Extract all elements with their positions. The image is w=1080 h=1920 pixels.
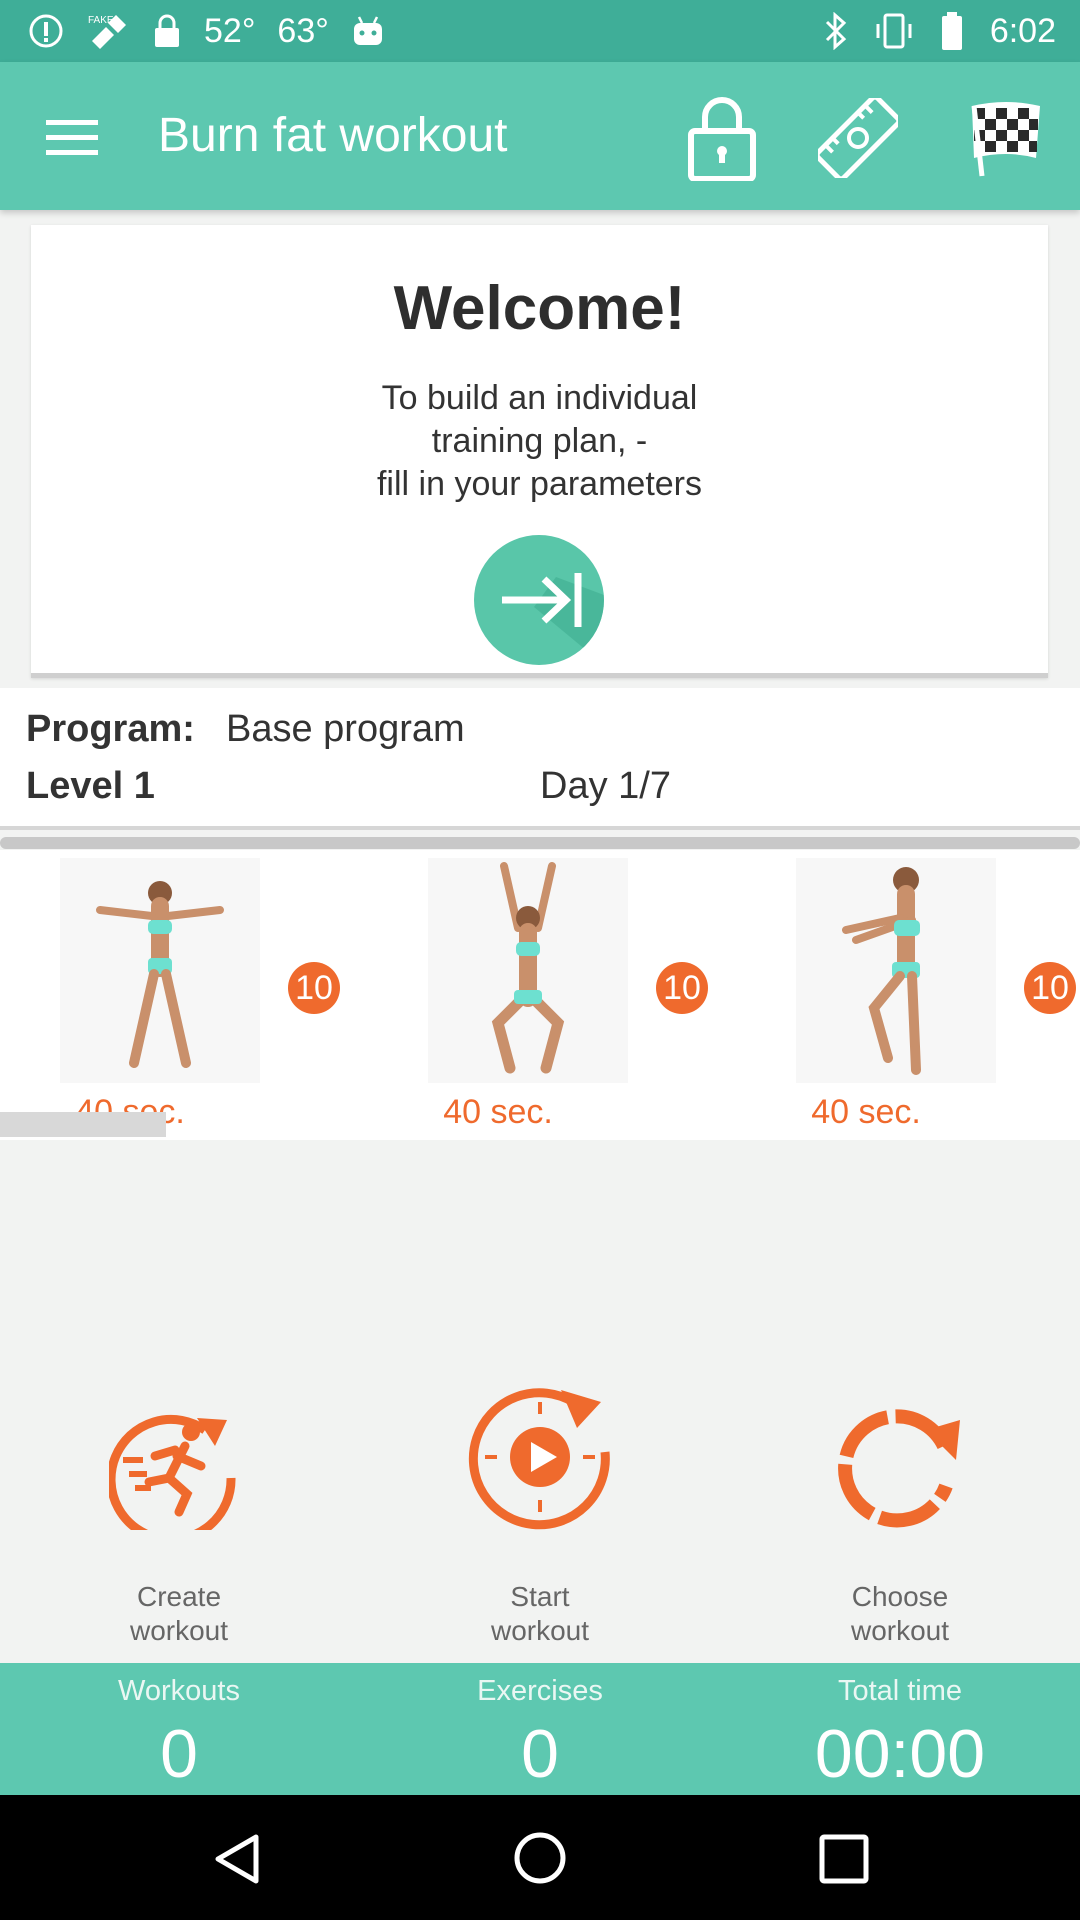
reps-badge: 10 (288, 962, 340, 1014)
exercise-item[interactable]: 10 40 sec. (736, 850, 1080, 1140)
bluetooth-icon (825, 12, 846, 50)
exercise-duration: 40 sec. (811, 1093, 921, 1131)
fake-label: FAKE (88, 15, 114, 26)
menu-button[interactable] (24, 90, 120, 186)
welcome-title: Welcome! (393, 274, 686, 343)
program-card[interactable]: Program: Base program Level 1 Day 1/7 (0, 688, 1080, 830)
goals-button[interactable] (958, 90, 1054, 186)
lock-status-icon (155, 14, 179, 47)
fill-parameters-button[interactable] (474, 535, 604, 665)
program-value: Base program (226, 708, 465, 750)
stat-workouts: Workouts 0 (29, 1663, 329, 1795)
choose-workout-label: Choose workout (850, 1581, 950, 1646)
fake-gps-icon: FAKE (88, 15, 126, 49)
stat-label: Workouts (118, 1675, 240, 1707)
status-time: 6:02 (989, 11, 1056, 50)
stats-bar: Workouts 0 Exercises 0 Total time 00:00 (0, 1663, 1080, 1795)
navigation-bar (0, 1795, 1080, 1920)
status-right: 6:02 (824, 10, 1056, 52)
exercise-scroll-indicator (0, 1112, 166, 1137)
day-label: Day 1/7 (540, 765, 671, 807)
divider (0, 837, 1080, 849)
refresh-icon (838, 1409, 960, 1528)
checkered-flag-icon (971, 102, 1040, 177)
exercise-figure-squat (428, 858, 628, 1083)
lock-button[interactable] (674, 90, 770, 186)
app-title: Burn fat workout (158, 109, 508, 162)
status-bar: FAKE 52° 63° 6:02 (0, 0, 1080, 62)
android-icon (353, 16, 382, 45)
exercise-figure-knee-raise (796, 858, 996, 1083)
info-icon (29, 14, 63, 48)
reps-badge: 10 (656, 962, 708, 1014)
play-refresh-icon (468, 1388, 610, 1530)
vibrate-icon (876, 13, 912, 49)
stat-value: 0 (521, 1716, 559, 1792)
stat-value: 0 (160, 1716, 198, 1792)
recents-icon[interactable] (818, 1833, 870, 1885)
measuring-tape-icon (818, 98, 898, 178)
exercise-item[interactable]: 10 40 sec. (368, 850, 736, 1140)
reps-badge: 10 (1024, 962, 1076, 1014)
welcome-card: Welcome! To build an individual training… (31, 225, 1048, 678)
back-icon[interactable] (210, 1831, 266, 1887)
battery-icon (941, 12, 962, 50)
level-label: Level 1 (26, 765, 155, 807)
start-workout-label: Start workout (490, 1581, 590, 1646)
choose-workout-button[interactable]: Choose workout (770, 1390, 1030, 1650)
status-left: FAKE 52° 63° (28, 10, 385, 52)
lock-icon (688, 97, 756, 181)
arrow-to-end-icon (502, 573, 604, 665)
start-workout-button[interactable]: Start workout (410, 1388, 670, 1650)
measurements-button[interactable] (810, 90, 906, 186)
exercise-strip[interactable]: 10 40 sec. 10 40 sec. 10 (0, 850, 1080, 1140)
home-icon[interactable] (512, 1830, 568, 1886)
create-workout-button[interactable]: Create workout (49, 1390, 309, 1650)
running-person-icon (109, 1414, 236, 1530)
menu-icon (46, 120, 98, 155)
program-label: Program: (26, 708, 195, 750)
welcome-text: To build an individual training plan, - … (376, 379, 702, 503)
exercise-figure-jumping-jack (60, 858, 260, 1083)
temp-2: 63° (277, 11, 329, 50)
temp-1: 52° (204, 11, 256, 50)
exercise-item[interactable]: 10 40 sec. (0, 850, 368, 1140)
stat-exercises: Exercises 0 (390, 1663, 690, 1795)
stat-total-time: Total time 00:00 (750, 1663, 1050, 1795)
stat-label: Exercises (477, 1675, 603, 1707)
create-workout-label: Create workout (129, 1581, 229, 1646)
exercise-duration: 40 sec. (443, 1093, 553, 1131)
stat-value: 00:00 (814, 1716, 986, 1792)
app-bar: Burn fat workout (0, 62, 1080, 210)
stat-label: Total time (837, 1675, 963, 1707)
